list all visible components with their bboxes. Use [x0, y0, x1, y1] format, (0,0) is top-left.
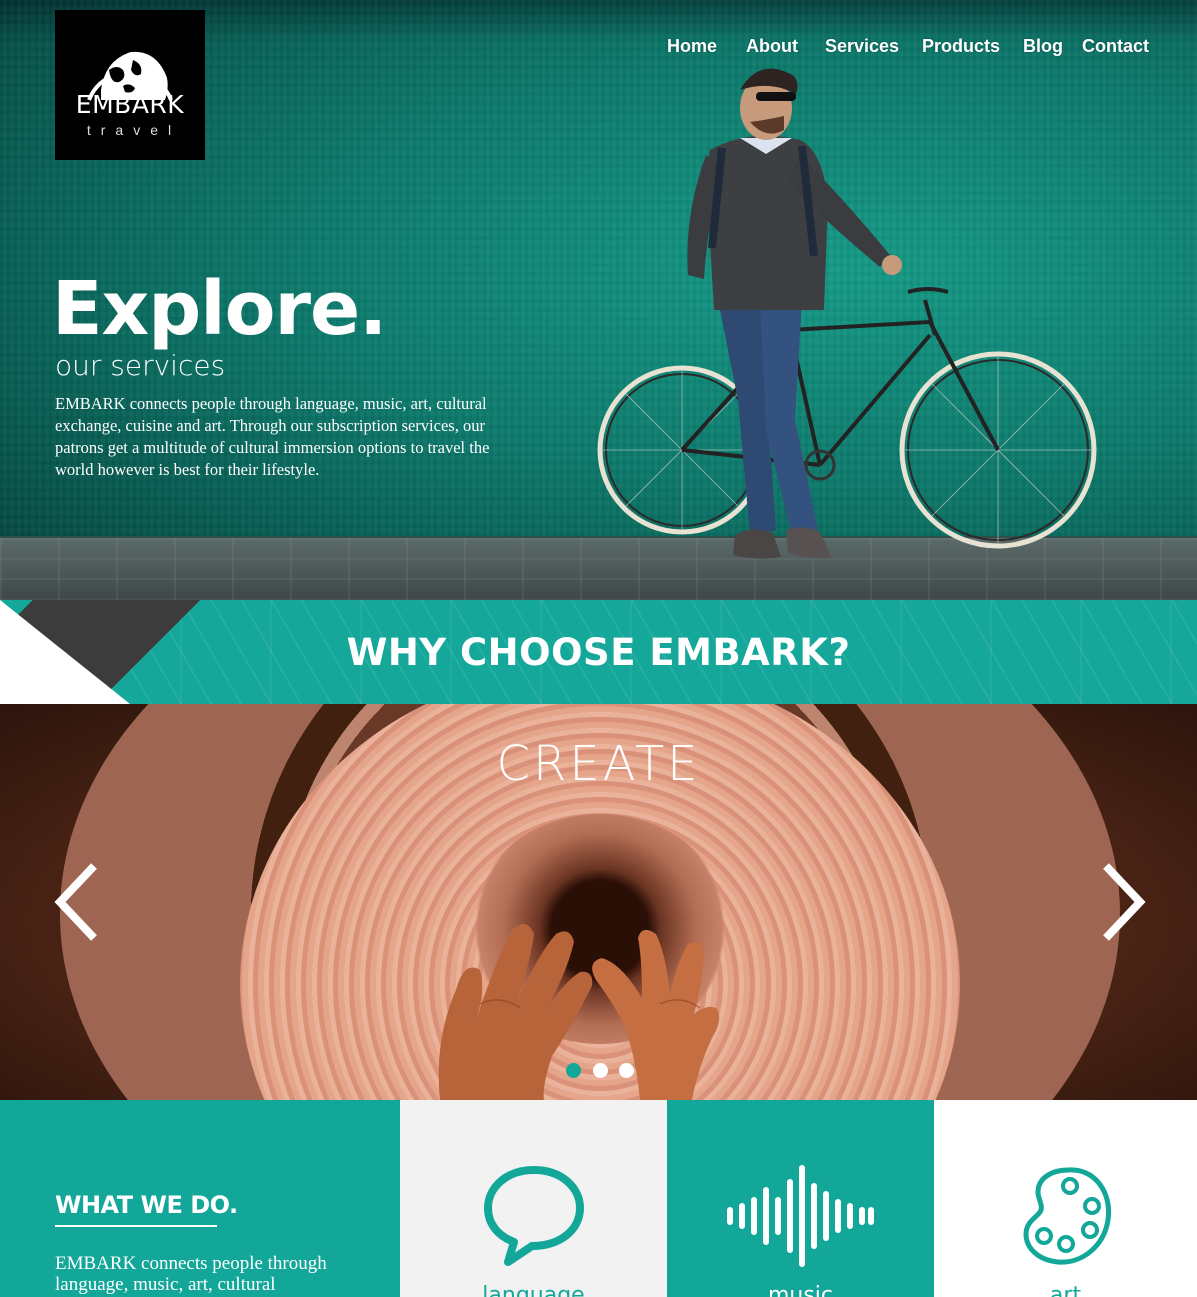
carousel-prev-button[interactable] [52, 862, 102, 942]
hero-title: Explore. [52, 266, 387, 352]
nav-products-link[interactable]: Products [922, 36, 1000, 57]
nav-contact-link[interactable]: Contact [1082, 36, 1149, 57]
carousel-slide-title: CREATE [496, 736, 701, 792]
chevron-right-icon [1103, 863, 1146, 941]
title-underline [55, 1225, 217, 1227]
carousel-dot-3[interactable] [619, 1063, 634, 1078]
carousel-next-button[interactable] [1098, 862, 1148, 942]
service-card-music[interactable]: music [667, 1100, 934, 1297]
hero-section: EMBARK travel Home About Services Produc… [0, 0, 1197, 600]
what-we-do-description: EMBARK connects people through language,… [55, 1253, 327, 1295]
carousel-dot-2[interactable] [593, 1063, 608, 1078]
chevron-left-icon [54, 863, 97, 941]
service-label-music: music [767, 1283, 834, 1297]
service-label-language: language [482, 1283, 585, 1297]
sound-wave-icon [727, 1165, 874, 1267]
main-nav: Home About Services Products Blog Contac… [0, 36, 1197, 60]
brand-logo[interactable]: EMBARK travel [55, 10, 205, 160]
brand-name: EMBARK [75, 90, 185, 119]
what-we-do-title: WHAT WE DO. [55, 1191, 238, 1219]
brand-tagline: travel [86, 122, 182, 138]
service-label-art: art [1049, 1283, 1082, 1297]
hero-photo-cyclist [597, 68, 1097, 559]
why-choose-title: WHY CHOOSE EMBARK? [346, 631, 851, 674]
hero-subtitle: our services [55, 349, 226, 382]
service-card-art[interactable]: art [934, 1100, 1197, 1297]
service-card-language[interactable]: language [400, 1100, 667, 1297]
hero-description: EMBARK connects people through language,… [55, 394, 490, 479]
speech-bubble-icon [484, 1166, 584, 1266]
nav-home-link[interactable]: Home [667, 36, 717, 57]
carousel-indicators [566, 1063, 646, 1079]
nav-about-link[interactable]: About [746, 36, 798, 57]
carousel-dot-1[interactable] [566, 1063, 581, 1078]
nav-services-link[interactable]: Services [825, 36, 899, 57]
palette-icon [1023, 1167, 1112, 1265]
nav-blog-link[interactable]: Blog [1023, 36, 1063, 57]
